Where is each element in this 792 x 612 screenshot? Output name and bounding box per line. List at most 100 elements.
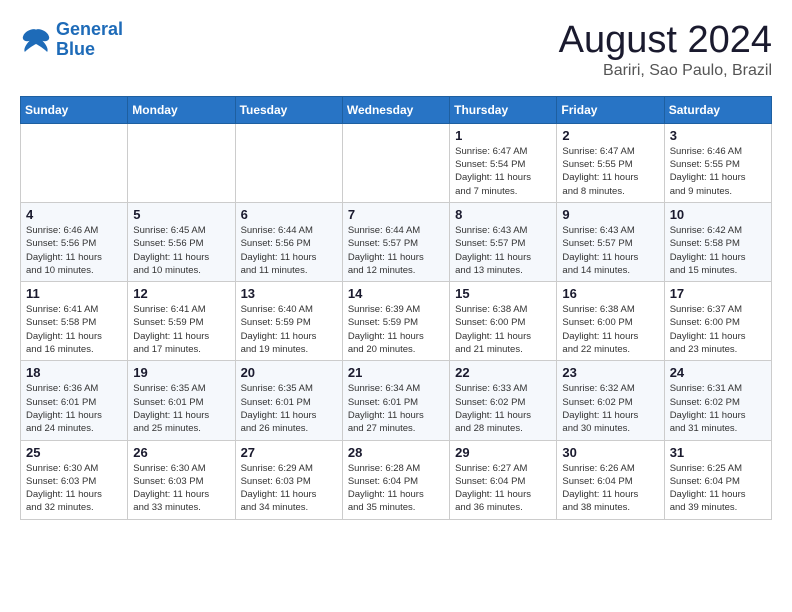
day-number: 11 [26,286,122,301]
calendar-cell: 10 Sunrise: 6:42 AM Sunset: 5:58 PM Dayli… [664,202,771,281]
cell-info: Sunrise: 6:34 AM Sunset: 6:01 PM Dayligh… [348,382,444,435]
calendar-week-row: 1Sunrise: 6:47 AM Sunset: 5:54 PM Daylig… [21,123,772,202]
weekday-header-monday: Monday [128,96,235,123]
cell-info: Sunrise: 6:38 AM Sunset: 6:00 PM Dayligh… [562,303,658,356]
weekday-header-sunday: Sunday [21,96,128,123]
calendar-cell: 4Sunrise: 6:46 AM Sunset: 5:56 PM Daylig… [21,202,128,281]
day-number: 9 [562,207,658,222]
calendar-cell: 14 Sunrise: 6:39 AM Sunset: 5:59 PM Dayli… [342,282,449,361]
logo-general: General [56,19,123,39]
day-number: 6 [241,207,337,222]
calendar-cell: 26Sunrise: 6:30 AM Sunset: 6:03 PM Dayli… [128,440,235,519]
day-number: 31 [670,445,766,460]
calendar-cell: 18 Sunrise: 6:36 AM Sunset: 6:01 PM Dayli… [21,361,128,440]
cell-info: Sunrise: 6:40 AM Sunset: 5:59 PM Dayligh… [241,303,337,356]
calendar-cell: 19 Sunrise: 6:35 AM Sunset: 6:01 PM Dayli… [128,361,235,440]
day-number: 14 [348,286,444,301]
cell-info: Sunrise: 6:47 AM Sunset: 5:55 PM Dayligh… [562,145,658,198]
logo: General Blue [20,20,123,60]
calendar-cell: 13 Sunrise: 6:40 AM Sunset: 5:59 PM Dayli… [235,282,342,361]
day-number: 5 [133,207,229,222]
cell-info: Sunrise: 6:39 AM Sunset: 5:59 PM Dayligh… [348,303,444,356]
cell-info: Sunrise: 6:27 AM Sunset: 6:04 PM Dayligh… [455,462,551,515]
day-number: 18 [26,365,122,380]
calendar-cell: 28Sunrise: 6:28 AM Sunset: 6:04 PM Dayli… [342,440,449,519]
calendar-cell: 11 Sunrise: 6:41 AM Sunset: 5:58 PM Dayli… [21,282,128,361]
calendar-table: SundayMondayTuesdayWednesdayThursdayFrid… [20,96,772,520]
month-title: August 2024 [559,20,772,62]
cell-info: Sunrise: 6:30 AM Sunset: 6:03 PM Dayligh… [26,462,122,515]
calendar-week-row: 25 Sunrise: 6:30 AM Sunset: 6:03 PM Dayli… [21,440,772,519]
day-number: 25 [26,445,122,460]
day-number: 23 [562,365,658,380]
cell-info: Sunrise: 6:44 AM Sunset: 5:57 PM Dayligh… [348,224,444,277]
day-number: 7 [348,207,444,222]
cell-info: Sunrise: 6:26 AM Sunset: 6:04 PM Dayligh… [562,462,658,515]
cell-info: Sunrise: 6:37 AM Sunset: 6:00 PM Dayligh… [670,303,766,356]
calendar-cell: 3 Sunrise: 6:46 AM Sunset: 5:55 PM Daylig… [664,123,771,202]
day-number: 2 [562,128,658,143]
cell-info: Sunrise: 6:41 AM Sunset: 5:58 PM Dayligh… [26,303,122,356]
day-number: 15 [455,286,551,301]
cell-info: Sunrise: 6:43 AM Sunset: 5:57 PM Dayligh… [455,224,551,277]
cell-info: Sunrise: 6:32 AM Sunset: 6:02 PM Dayligh… [562,382,658,435]
calendar-cell: 21Sunrise: 6:34 AM Sunset: 6:01 PM Dayli… [342,361,449,440]
calendar-cell: 25 Sunrise: 6:30 AM Sunset: 6:03 PM Dayli… [21,440,128,519]
cell-info: Sunrise: 6:42 AM Sunset: 5:58 PM Dayligh… [670,224,766,277]
cell-info: Sunrise: 6:45 AM Sunset: 5:56 PM Dayligh… [133,224,229,277]
calendar-week-row: 4Sunrise: 6:46 AM Sunset: 5:56 PM Daylig… [21,202,772,281]
calendar-cell: 1Sunrise: 6:47 AM Sunset: 5:54 PM Daylig… [450,123,557,202]
title-block: August 2024 Bariri, Sao Paulo, Brazil [559,20,772,80]
logo-icon [20,26,52,54]
cell-info: Sunrise: 6:36 AM Sunset: 6:01 PM Dayligh… [26,382,122,435]
calendar-week-row: 18 Sunrise: 6:36 AM Sunset: 6:01 PM Dayli… [21,361,772,440]
cell-info: Sunrise: 6:44 AM Sunset: 5:56 PM Dayligh… [241,224,337,277]
calendar-cell: 29 Sunrise: 6:27 AM Sunset: 6:04 PM Dayli… [450,440,557,519]
day-number: 19 [133,365,229,380]
cell-info: Sunrise: 6:35 AM Sunset: 6:01 PM Dayligh… [133,382,229,435]
calendar-cell: 31Sunrise: 6:25 AM Sunset: 6:04 PM Dayli… [664,440,771,519]
calendar-cell: 6 Sunrise: 6:44 AM Sunset: 5:56 PM Daylig… [235,202,342,281]
day-number: 30 [562,445,658,460]
calendar-cell [21,123,128,202]
day-number: 1 [455,128,551,143]
calendar-cell: 2 Sunrise: 6:47 AM Sunset: 5:55 PM Daylig… [557,123,664,202]
logo-blue: Blue [56,39,95,59]
cell-info: Sunrise: 6:29 AM Sunset: 6:03 PM Dayligh… [241,462,337,515]
calendar-cell: 15 Sunrise: 6:38 AM Sunset: 6:00 PM Dayli… [450,282,557,361]
day-number: 17 [670,286,766,301]
calendar-cell: 30 Sunrise: 6:26 AM Sunset: 6:04 PM Dayli… [557,440,664,519]
day-number: 29 [455,445,551,460]
calendar-cell: 24Sunrise: 6:31 AM Sunset: 6:02 PM Dayli… [664,361,771,440]
cell-info: Sunrise: 6:38 AM Sunset: 6:00 PM Dayligh… [455,303,551,356]
location-title: Bariri, Sao Paulo, Brazil [559,62,772,80]
day-number: 13 [241,286,337,301]
calendar-cell: 22Sunrise: 6:33 AM Sunset: 6:02 PM Dayli… [450,361,557,440]
cell-info: Sunrise: 6:46 AM Sunset: 5:55 PM Dayligh… [670,145,766,198]
weekday-header-saturday: Saturday [664,96,771,123]
page-header: General Blue August 2024 Bariri, Sao Pau… [20,20,772,80]
calendar-week-row: 11 Sunrise: 6:41 AM Sunset: 5:58 PM Dayli… [21,282,772,361]
weekday-header-wednesday: Wednesday [342,96,449,123]
calendar-cell: 8Sunrise: 6:43 AM Sunset: 5:57 PM Daylig… [450,202,557,281]
calendar-cell [128,123,235,202]
day-number: 12 [133,286,229,301]
calendar-cell: 16 Sunrise: 6:38 AM Sunset: 6:00 PM Dayli… [557,282,664,361]
day-number: 16 [562,286,658,301]
calendar-cell [342,123,449,202]
weekday-header-thursday: Thursday [450,96,557,123]
calendar-cell: 12Sunrise: 6:41 AM Sunset: 5:59 PM Dayli… [128,282,235,361]
cell-info: Sunrise: 6:31 AM Sunset: 6:02 PM Dayligh… [670,382,766,435]
calendar-cell: 17 Sunrise: 6:37 AM Sunset: 6:00 PM Dayli… [664,282,771,361]
cell-info: Sunrise: 6:30 AM Sunset: 6:03 PM Dayligh… [133,462,229,515]
day-number: 3 [670,128,766,143]
calendar-cell [235,123,342,202]
weekday-header-friday: Friday [557,96,664,123]
cell-info: Sunrise: 6:33 AM Sunset: 6:02 PM Dayligh… [455,382,551,435]
calendar-cell: 27 Sunrise: 6:29 AM Sunset: 6:03 PM Dayli… [235,440,342,519]
weekday-header-tuesday: Tuesday [235,96,342,123]
weekday-header-row: SundayMondayTuesdayWednesdayThursdayFrid… [21,96,772,123]
day-number: 10 [670,207,766,222]
day-number: 27 [241,445,337,460]
calendar-cell: 20Sunrise: 6:35 AM Sunset: 6:01 PM Dayli… [235,361,342,440]
